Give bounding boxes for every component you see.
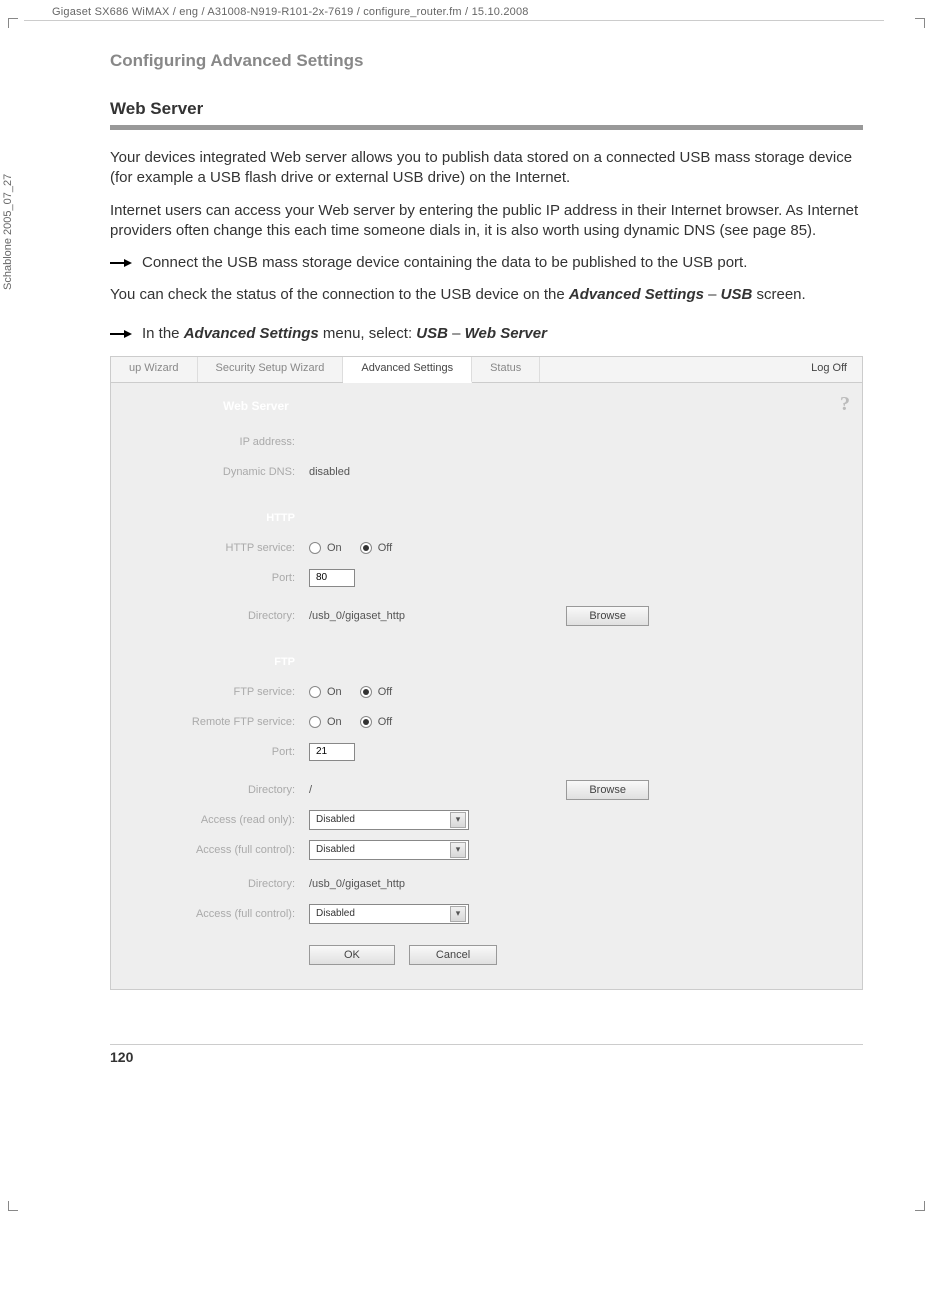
ftp-off-radio[interactable] [360, 686, 372, 698]
ftp-on-radio[interactable] [309, 686, 321, 698]
chapter-title: Configuring Advanced Settings [110, 51, 863, 71]
ftp-dir1-label: Directory: [119, 784, 309, 796]
p3-b1: Advanced Settings [569, 286, 704, 303]
arrow-icon [110, 329, 132, 339]
http-dir-label: Directory: [119, 610, 309, 622]
tab-bar: up Wizard Security Setup Wizard Advanced… [111, 357, 862, 383]
ftp-port-label: Port: [119, 746, 309, 758]
http-service-label: HTTP service: [119, 542, 309, 554]
tab-status[interactable]: Status [472, 357, 540, 382]
http-port-input[interactable] [309, 569, 355, 587]
b2-m1: menu, select: [319, 325, 417, 342]
section-rule [110, 125, 863, 130]
panel-title: Web Server [223, 399, 842, 413]
tab-advanced-settings[interactable]: Advanced Settings [343, 357, 472, 383]
off-label: Off [378, 542, 392, 554]
remote-ftp-on-radio[interactable] [309, 716, 321, 728]
logoff-link[interactable]: Log Off [796, 357, 862, 382]
router-ui-screenshot: up Wizard Security Setup Wizard Advanced… [110, 356, 863, 990]
ftp-service-label: FTP service: [119, 686, 309, 698]
access-ro-select[interactable]: Disabled ▾ [309, 810, 469, 830]
access-fc1-label: Access (full control): [119, 844, 309, 856]
cancel-button[interactable]: Cancel [409, 945, 497, 965]
b2-m2: – [448, 325, 465, 342]
http-on-radio[interactable] [309, 542, 321, 554]
ftp-dir1-value: / [309, 784, 312, 796]
access-ro-value: Disabled [316, 814, 355, 825]
arrow-icon [110, 258, 132, 268]
tab-setup-wizard[interactable]: up Wizard [111, 357, 198, 382]
chevron-down-icon: ▾ [450, 906, 466, 922]
http-port-label: Port: [119, 572, 309, 584]
dynamic-dns-label: Dynamic DNS: [119, 466, 309, 478]
b2-b2: USB [416, 325, 448, 342]
section-title: Web Server [110, 99, 863, 119]
ok-button[interactable]: OK [309, 945, 395, 965]
http-off-radio[interactable] [360, 542, 372, 554]
b2-b3: Web Server [465, 325, 547, 342]
p3-mid: – [704, 286, 721, 303]
access-fc1-select[interactable]: Disabled ▾ [309, 840, 469, 860]
tab-security-wizard[interactable]: Security Setup Wizard [198, 357, 344, 382]
page-number: 120 [110, 1044, 863, 1065]
ftp-port-input[interactable] [309, 743, 355, 761]
http-heading: HTTP [119, 512, 309, 524]
b2-b1: Advanced Settings [184, 325, 319, 342]
off-label: Off [378, 686, 392, 698]
http-dir-value: /usb_0/gigaset_http [309, 610, 405, 622]
on-label: On [327, 542, 342, 554]
p3-post: screen. [752, 286, 805, 303]
template-note: Schablone 2005_07_27 [2, 174, 14, 290]
instruction-1: Connect the USB mass storage device cont… [110, 253, 863, 273]
access-fc2-label: Access (full control): [119, 908, 309, 920]
access-ro-label: Access (read only): [119, 814, 309, 826]
off-label: Off [378, 716, 392, 728]
access-fc2-select[interactable]: Disabled ▾ [309, 904, 469, 924]
instruction-2: In the Advanced Settings menu, select: U… [110, 324, 863, 344]
instruction-2-text: In the Advanced Settings menu, select: U… [142, 324, 863, 344]
on-label: On [327, 716, 342, 728]
b2-pre: In the [142, 325, 184, 342]
paragraph-1: Your devices integrated Web server allow… [110, 148, 863, 189]
p3-b2: USB [721, 286, 753, 303]
on-label: On [327, 686, 342, 698]
access-fc2-value: Disabled [316, 908, 355, 919]
ftp-dir2-value: /usb_0/gigaset_http [309, 878, 405, 890]
ftp-dir2-label: Directory: [119, 878, 309, 890]
chevron-down-icon: ▾ [450, 842, 466, 858]
p3-pre: You can check the status of the connecti… [110, 286, 569, 303]
dynamic-dns-value: disabled [309, 466, 350, 478]
doc-header: Gigaset SX686 WiMAX / eng / A31008-N919-… [24, 0, 884, 21]
paragraph-2: Internet users can access your Web serve… [110, 201, 863, 242]
ftp-heading: FTP [119, 656, 309, 668]
paragraph-3: You can check the status of the connecti… [110, 285, 863, 305]
panel: ? Web Server IP address: Dynamic DNS: di… [111, 383, 862, 989]
remote-ftp-off-radio[interactable] [360, 716, 372, 728]
ftp-browse-button[interactable]: Browse [566, 780, 649, 800]
instruction-1-text: Connect the USB mass storage device cont… [142, 253, 863, 273]
http-browse-button[interactable]: Browse [566, 606, 649, 626]
ip-address-label: IP address: [119, 436, 309, 448]
remote-ftp-label: Remote FTP service: [119, 716, 309, 728]
help-icon[interactable]: ? [840, 393, 850, 416]
access-fc1-value: Disabled [316, 844, 355, 855]
chevron-down-icon: ▾ [450, 812, 466, 828]
